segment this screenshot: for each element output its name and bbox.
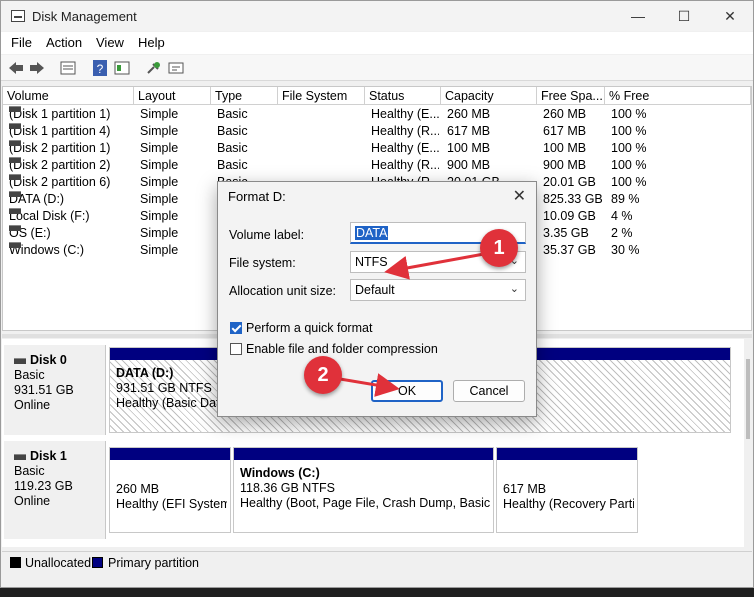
annotation-arrows (339, 252, 485, 397)
annotation-badge-1: 1 (480, 229, 518, 267)
annotation-arrow-2 (339, 373, 400, 397)
annotation-badge-2: 2 (304, 356, 342, 394)
annotation-arrow-1 (384, 252, 485, 280)
